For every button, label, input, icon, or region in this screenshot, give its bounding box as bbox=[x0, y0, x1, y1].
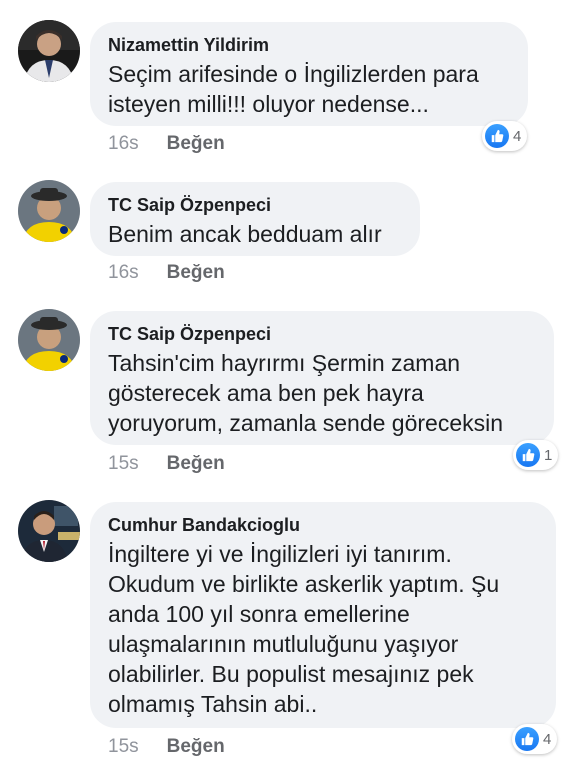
reaction-count: 4 bbox=[513, 127, 522, 145]
comment-timestamp[interactable]: 15s bbox=[108, 736, 139, 758]
reaction-summary[interactable]: 4 bbox=[512, 724, 558, 754]
comment-timestamp[interactable]: 15s bbox=[108, 453, 139, 475]
reaction-summary[interactable]: 1 bbox=[513, 440, 559, 470]
comment-bubble: Nizamettin Yildirim Seçim arifesinde o İ… bbox=[90, 22, 528, 126]
comment-author[interactable]: Cumhur Bandakcioglu bbox=[108, 514, 538, 536]
profile-photo-icon bbox=[18, 309, 80, 371]
comment-text: Benim ancak bedduam alır bbox=[108, 221, 382, 247]
like-reaction-icon bbox=[515, 727, 539, 751]
comment-bubble: Cumhur Bandakcioglu İngiltere yi ve İngi… bbox=[90, 502, 556, 728]
avatar[interactable] bbox=[18, 180, 80, 242]
comment-meta: 16s Beğen bbox=[108, 262, 225, 284]
like-button[interactable]: Beğen bbox=[167, 736, 225, 758]
reaction-summary[interactable]: 4 bbox=[482, 121, 528, 151]
comment-meta: 15s Beğen bbox=[108, 736, 225, 758]
comment-author[interactable]: Nizamettin Yildirim bbox=[108, 34, 510, 56]
comment-bubble: TC Saip Özpenpeci Tahsin'cim hayrırmı Şe… bbox=[90, 311, 554, 445]
like-button[interactable]: Beğen bbox=[167, 133, 225, 155]
avatar[interactable] bbox=[18, 20, 80, 82]
comment-timestamp[interactable]: 16s bbox=[108, 262, 139, 284]
profile-photo-icon bbox=[18, 20, 80, 82]
comment-author[interactable]: TC Saip Özpenpeci bbox=[108, 323, 536, 345]
like-button[interactable]: Beğen bbox=[167, 453, 225, 475]
avatar[interactable] bbox=[18, 500, 80, 562]
reaction-count: 1 bbox=[544, 446, 553, 464]
like-button[interactable]: Beğen bbox=[167, 262, 225, 284]
reaction-count: 4 bbox=[543, 730, 552, 748]
profile-photo-icon bbox=[18, 500, 80, 562]
avatar[interactable] bbox=[18, 309, 80, 371]
comment-text: Tahsin'cim hayrırmı Şermin zaman göstere… bbox=[108, 350, 504, 436]
profile-photo-icon bbox=[18, 180, 80, 242]
comment-text: Seçim arifesinde o İngilizlerden para is… bbox=[108, 61, 479, 117]
comment-timestamp[interactable]: 16s bbox=[108, 133, 139, 155]
comment-text: İngiltere yi ve İngilizleri iyi tanırım.… bbox=[108, 541, 500, 717]
like-reaction-icon bbox=[485, 124, 509, 148]
comment-author[interactable]: TC Saip Özpenpeci bbox=[108, 194, 402, 216]
comment-bubble: TC Saip Özpenpeci Benim ancak bedduam al… bbox=[90, 182, 420, 256]
comment-meta: 16s Beğen bbox=[108, 133, 225, 155]
comment-meta: 15s Beğen bbox=[108, 453, 225, 475]
like-reaction-icon bbox=[516, 443, 540, 467]
